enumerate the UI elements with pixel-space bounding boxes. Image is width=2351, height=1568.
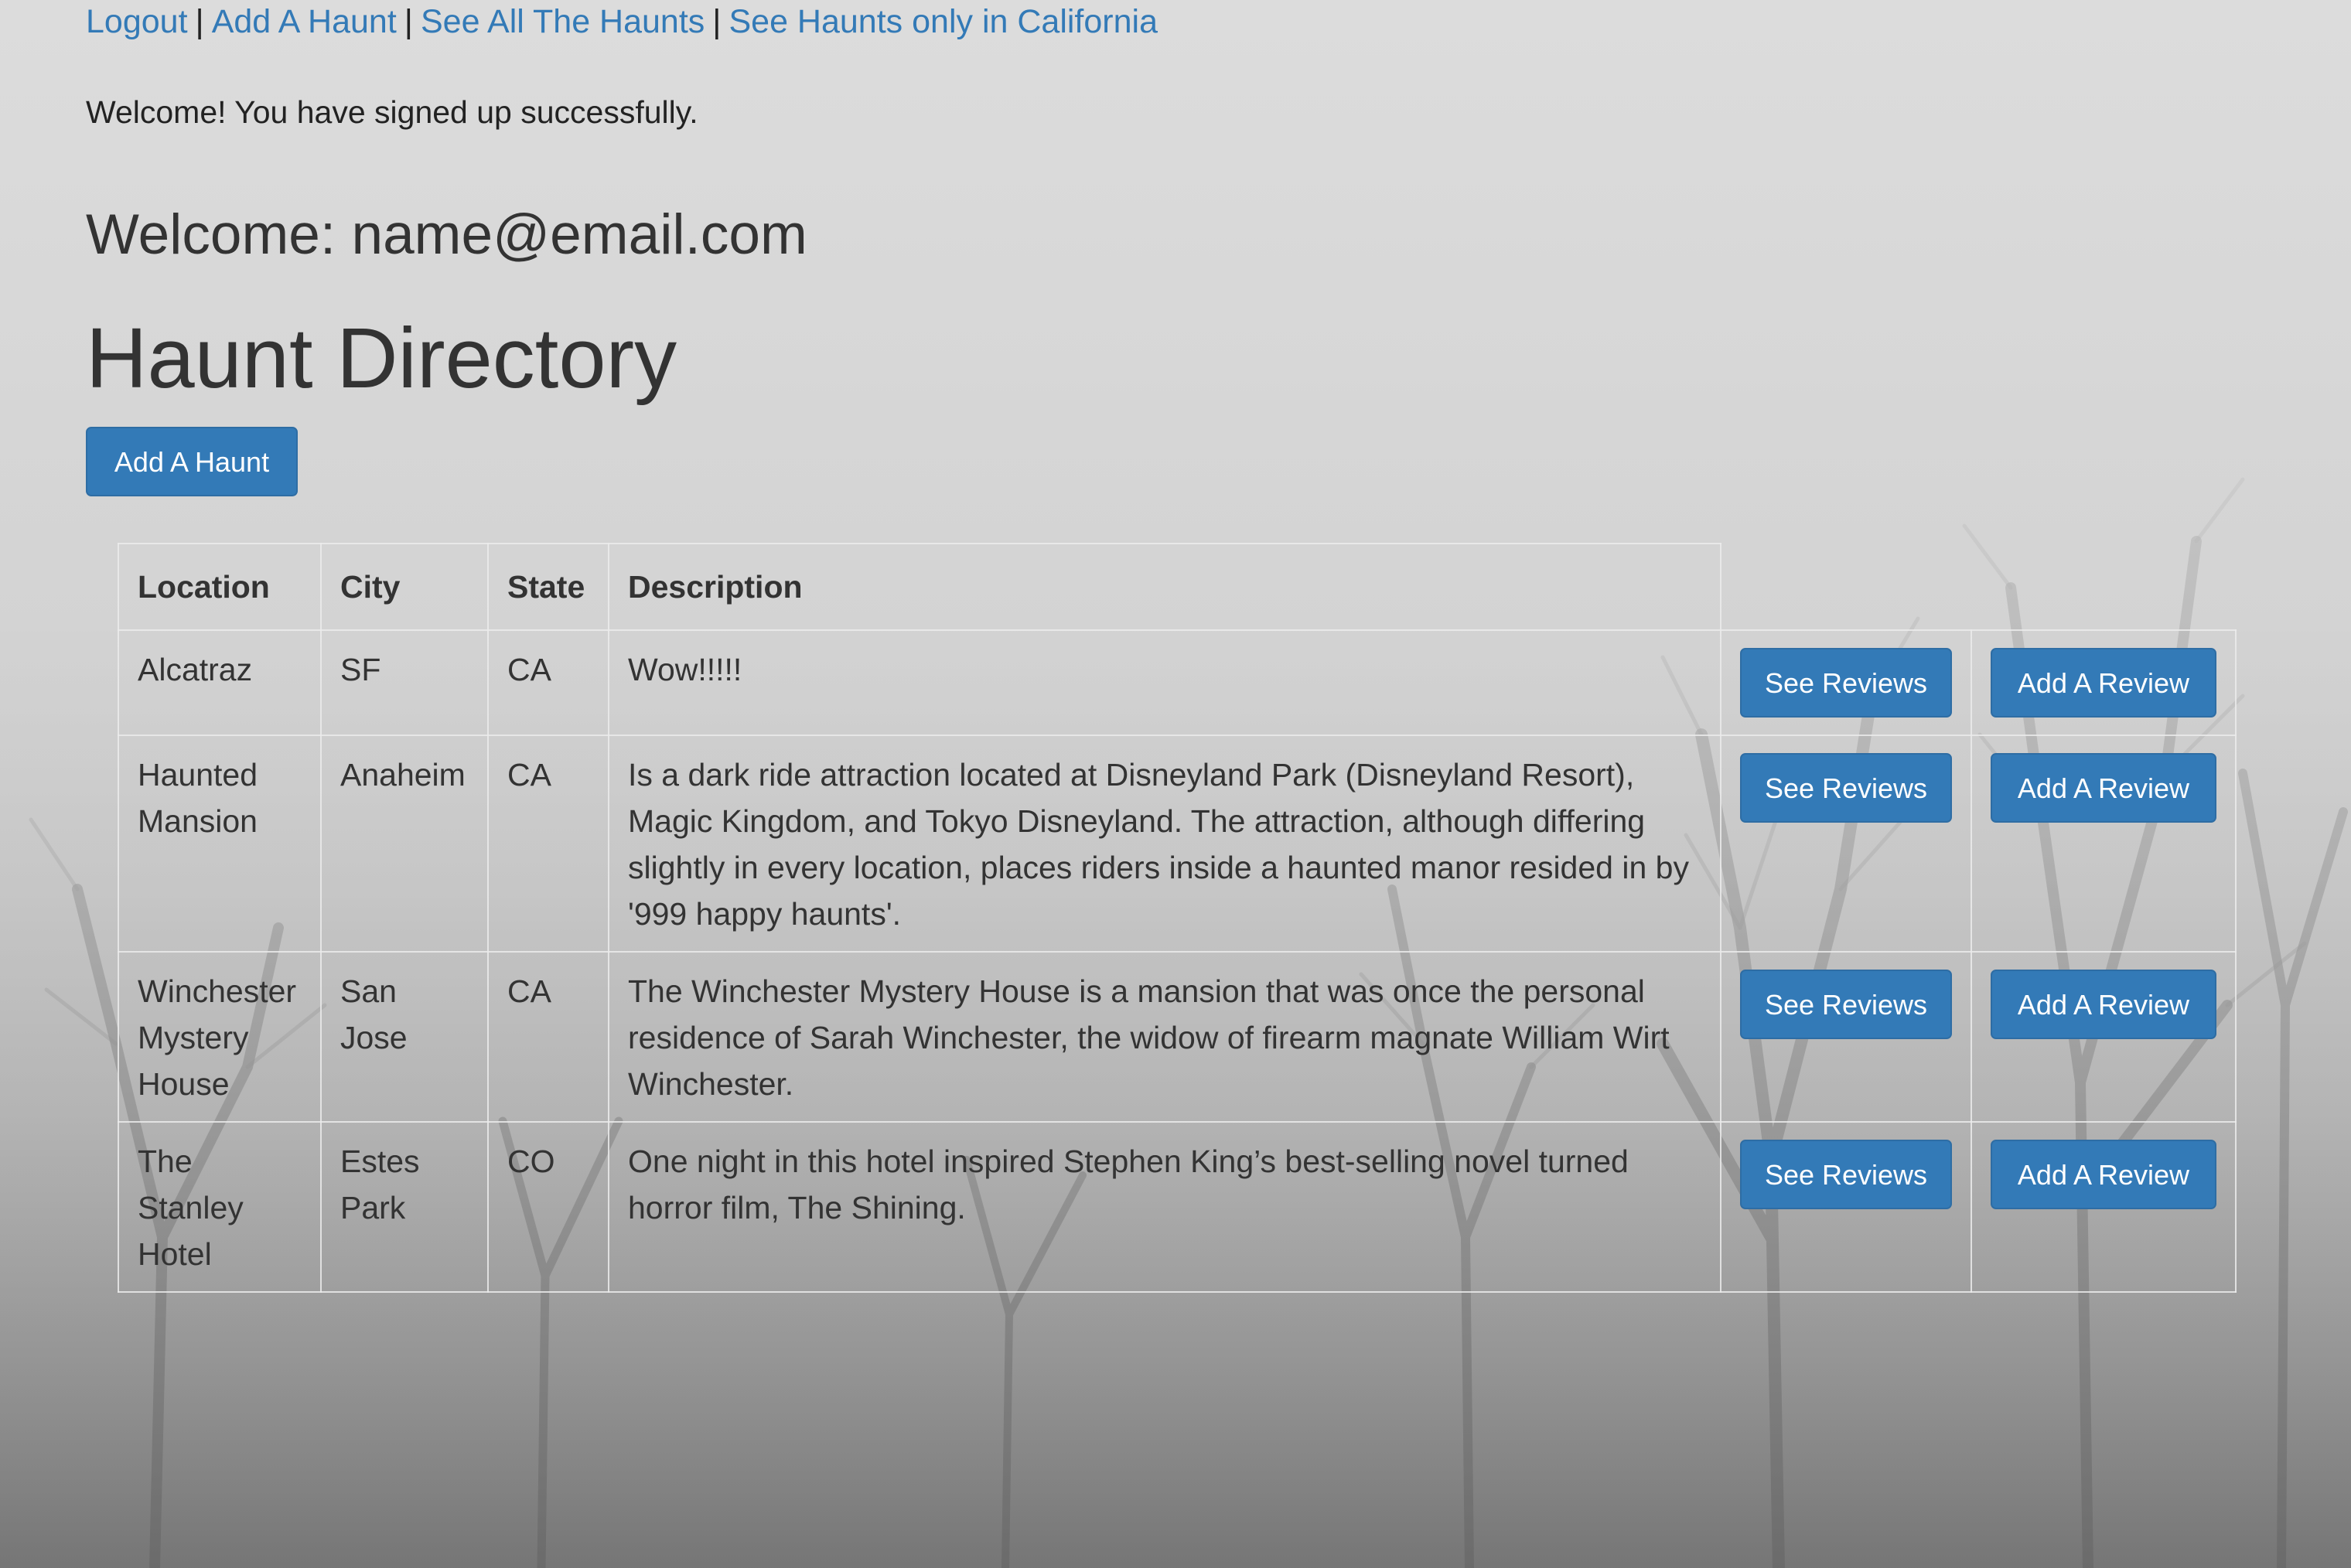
column-header-description: Description xyxy=(608,543,1721,631)
see-reviews-button[interactable]: See Reviews xyxy=(1740,753,1952,823)
table-header-row: Location City State Description xyxy=(118,543,2236,631)
cell-state: CA xyxy=(487,951,609,1123)
cell-city: San Jose xyxy=(320,951,489,1123)
cell-see-reviews: See Reviews xyxy=(1720,629,1972,736)
see-all-haunts-link[interactable]: See All The Haunts xyxy=(421,3,705,40)
add-review-button[interactable]: Add A Review xyxy=(1991,648,2216,718)
cell-location: Haunted Mansion xyxy=(118,735,322,953)
cell-add-review: Add A Review xyxy=(1971,629,2237,736)
cell-state: CA xyxy=(487,735,609,953)
nav-separator: | xyxy=(195,3,204,40)
cell-add-review: Add A Review xyxy=(1971,1121,2237,1293)
cell-description: The Winchester Mystery House is a mansio… xyxy=(608,951,1721,1123)
cell-city: SF xyxy=(320,629,489,736)
column-header-state: State xyxy=(487,543,609,631)
nav-separator: | xyxy=(712,3,722,40)
cell-description: Wow!!!!! xyxy=(608,629,1721,736)
add-review-button[interactable]: Add A Review xyxy=(1991,753,2216,823)
table-row: Winchester Mystery House San Jose CA The… xyxy=(118,951,2237,1123)
cell-city: Anaheim xyxy=(320,735,489,953)
see-reviews-button[interactable]: See Reviews xyxy=(1740,648,1952,718)
cell-description: One night in this hotel inspired Stephen… xyxy=(608,1121,1721,1293)
see-reviews-button[interactable]: See Reviews xyxy=(1740,970,1952,1039)
cell-add-review: Add A Review xyxy=(1971,951,2237,1123)
flash-message: Welcome! You have signed up successfully… xyxy=(86,94,698,130)
cell-see-reviews: See Reviews xyxy=(1720,951,1972,1123)
cell-location: The Stanley Hotel xyxy=(118,1121,322,1293)
add-review-button[interactable]: Add A Review xyxy=(1991,1140,2216,1209)
add-haunt-link[interactable]: Add A Haunt xyxy=(212,3,397,40)
welcome-heading: Welcome: name@email.com xyxy=(86,203,807,266)
cell-state: CA xyxy=(487,629,609,736)
column-header-city: City xyxy=(320,543,489,631)
nav-separator: | xyxy=(404,3,413,40)
cell-state: CO xyxy=(487,1121,609,1293)
add-haunt-button[interactable]: Add A Haunt xyxy=(86,427,298,496)
top-nav: Logout | Add A Haunt | See All The Haunts | Se… xyxy=(86,0,1158,43)
add-review-button[interactable]: Add A Review xyxy=(1991,970,2216,1039)
see-california-haunts-link[interactable]: See Haunts only in California xyxy=(729,3,1158,40)
cell-city: Estes Park xyxy=(320,1121,489,1293)
cell-description: Is a dark ride attraction located at Dis… xyxy=(608,735,1721,953)
column-header-empty xyxy=(1971,544,2236,630)
page-title: Haunt Directory xyxy=(86,311,677,406)
cell-location: Winchester Mystery House xyxy=(118,951,322,1123)
column-header-empty xyxy=(1721,544,1971,630)
haunts-table: Location City State Description Alcatraz… xyxy=(118,543,2237,1293)
table-row: Alcatraz SF CA Wow!!!!! See Reviews Add … xyxy=(118,629,2237,736)
cell-see-reviews: See Reviews xyxy=(1720,735,1972,953)
cell-see-reviews: See Reviews xyxy=(1720,1121,1972,1293)
logout-link[interactable]: Logout xyxy=(86,3,188,40)
cell-add-review: Add A Review xyxy=(1971,735,2237,953)
table-row: Haunted Mansion Anaheim CA Is a dark rid… xyxy=(118,735,2237,953)
see-reviews-button[interactable]: See Reviews xyxy=(1740,1140,1952,1209)
table-row: The Stanley Hotel Estes Park CO One nigh… xyxy=(118,1121,2237,1293)
column-header-location: Location xyxy=(118,543,322,631)
cell-location: Alcatraz xyxy=(118,629,322,736)
